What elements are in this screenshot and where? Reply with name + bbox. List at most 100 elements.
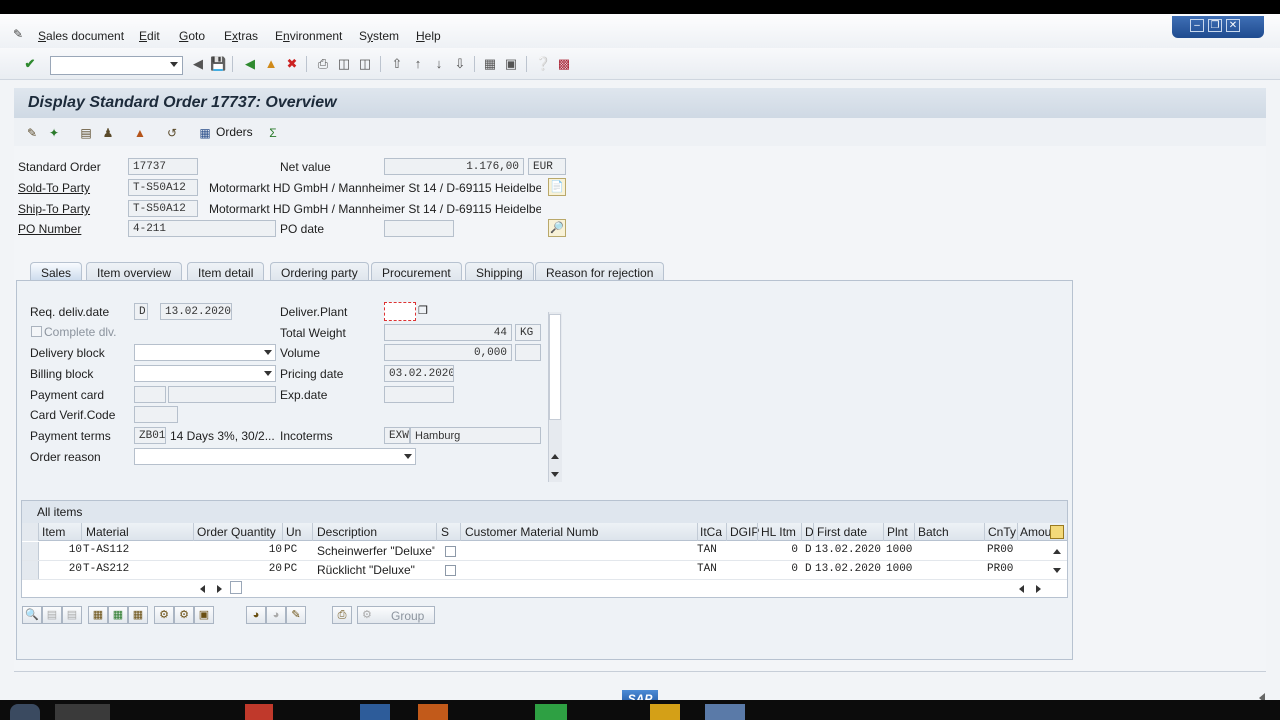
shortcut-icon[interactable]: ▣ <box>503 56 519 72</box>
scrollbar-thumb[interactable] <box>549 314 561 420</box>
chevron-down-icon[interactable] <box>170 62 178 67</box>
menu-goto[interactable]: Goto <box>179 29 205 43</box>
menu-sales-document[interactable]: Sales document <box>38 29 124 43</box>
po-date-field[interactable] <box>384 220 454 237</box>
table-row[interactable]: 10 T-AS112 10 PC Scheinwerfer "Deluxe" T… <box>22 542 1067 561</box>
sold-to-party-label[interactable]: Sold-To Party <box>18 181 90 195</box>
volume-unit-field[interactable] <box>515 344 541 361</box>
display-change-icon[interactable]: ✎ <box>24 125 40 141</box>
tab-reason-for-rejection[interactable]: Reason for rejection <box>535 262 665 282</box>
print-icon[interactable]: ⎙ <box>315 56 331 72</box>
structure-icon[interactable]: ⚙ <box>174 606 194 624</box>
complete-dlv-checkbox[interactable] <box>31 326 42 337</box>
item-detail-icon[interactable]: 🔍 <box>22 606 42 624</box>
taskbar-app[interactable] <box>705 704 745 720</box>
col-customer-material[interactable]: Customer Material Numb <box>465 525 695 539</box>
cell-plnt[interactable]: 1000 <box>886 563 912 575</box>
menu-help[interactable]: Help <box>416 29 441 43</box>
order-reason-dropdown[interactable] <box>134 448 416 465</box>
copy-icon[interactable]: ❐ <box>418 304 428 317</box>
tab-item-overview[interactable]: Item overview <box>86 262 183 282</box>
cell-cnty[interactable]: PR00 <box>987 563 1013 575</box>
menu-edit[interactable]: Edit <box>139 29 160 43</box>
table-row[interactable]: 20 T-AS212 20 PC Rücklicht "Deluxe" TAN … <box>22 561 1067 580</box>
sum-icon[interactable]: Σ <box>265 125 281 141</box>
taskbar-app[interactable] <box>245 704 273 720</box>
cell-item[interactable]: 20 <box>68 563 82 575</box>
status-bar-expand-icon[interactable] <box>1259 693 1265 700</box>
cell-first-date[interactable]: 13.02.2020 <box>815 544 881 556</box>
tab-procurement[interactable]: Procurement <box>371 262 462 282</box>
menu-extras[interactable]: Extras <box>224 29 258 43</box>
cell-qty[interactable]: 20 <box>197 563 282 575</box>
cell-d[interactable]: D <box>805 563 812 575</box>
exit-icon[interactable]: ▲ <box>263 56 279 72</box>
col-batch[interactable]: Batch <box>918 525 949 539</box>
req-deliv-date-field[interactable]: 13.02.2020 <box>160 303 232 320</box>
document-icon[interactable]: 📄 <box>548 178 566 196</box>
cell-un[interactable]: PC <box>284 544 297 556</box>
close-icon[interactable]: ✕ <box>1226 19 1240 32</box>
row-selector[interactable] <box>22 542 39 560</box>
ship-to-party-label[interactable]: Ship-To Party <box>18 202 90 216</box>
col-item[interactable]: Item <box>42 525 65 539</box>
select-all-icon[interactable]: ▦ <box>88 606 108 624</box>
deliver-plant-field[interactable] <box>384 302 416 321</box>
cell-first-date[interactable]: 13.02.2020 <box>815 563 881 575</box>
find-next-icon[interactable]: ◫ <box>357 56 373 72</box>
configuration-icon[interactable]: ⚙ <box>154 606 174 624</box>
cell-material[interactable]: T-AS212 <box>83 563 129 575</box>
cell-material[interactable]: T-AS112 <box>83 544 129 556</box>
hscroll2-left-icon[interactable] <box>1019 585 1024 593</box>
standard-order-field[interactable]: 17737 <box>128 158 198 175</box>
sales-scrollbar[interactable] <box>548 312 562 482</box>
first-page-icon[interactable]: ⇧ <box>389 56 405 72</box>
currency-field[interactable]: EUR <box>528 158 566 175</box>
header-doc-icon[interactable]: ▤ <box>78 125 94 141</box>
cancel-icon[interactable]: ✖ <box>284 56 300 72</box>
net-value-field[interactable]: 1.176,00 <box>384 158 524 175</box>
col-itca[interactable]: ItCa <box>700 525 722 539</box>
incoterms-code-field[interactable]: EXW <box>384 427 410 444</box>
help-icon[interactable]: ❔ <box>535 56 551 72</box>
cell-item[interactable]: 10 <box>68 544 82 556</box>
tab-shipping[interactable]: Shipping <box>465 262 534 282</box>
payment-card-number-field[interactable] <box>168 386 276 403</box>
deselect-all-icon[interactable]: ▦ <box>128 606 148 624</box>
display-po-icon[interactable]: 🔎 <box>548 219 566 237</box>
select-block-icon[interactable]: ▦ <box>108 606 128 624</box>
cell-cnty[interactable]: PR00 <box>987 544 1013 556</box>
previous-page-icon[interactable]: ↑ <box>410 56 426 72</box>
weight-unit-field[interactable]: KG <box>515 324 541 341</box>
col-cnty[interactable]: CnTy <box>988 525 1016 539</box>
cell-s-checkbox[interactable] <box>445 546 456 557</box>
restore-icon[interactable]: ❐ <box>1208 19 1222 32</box>
cell-qty[interactable]: 10 <box>197 544 282 556</box>
menu-icon[interactable]: ✎ <box>13 27 23 41</box>
taskbar-app[interactable] <box>418 704 448 720</box>
tab-item-detail[interactable]: Item detail <box>187 262 265 282</box>
delete-row-icon[interactable]: ▤ <box>62 606 82 624</box>
cell-itca[interactable]: TAN <box>697 544 717 556</box>
billing-block-dropdown[interactable] <box>134 365 276 382</box>
find-icon[interactable]: ◫ <box>336 56 352 72</box>
grid-scroll-up-icon[interactable] <box>1053 549 1061 554</box>
taskbar-app[interactable] <box>360 704 390 720</box>
payment-card-type-field[interactable] <box>134 386 166 403</box>
cell-hl-itm[interactable]: 0 <box>774 544 798 556</box>
card-verif-code-field[interactable] <box>134 406 178 423</box>
menu-environment[interactable]: Environment <box>275 29 342 43</box>
taskbar-app[interactable] <box>535 704 567 720</box>
enter-check-icon[interactable]: ✔ <box>22 56 38 72</box>
total-weight-field[interactable]: 44 <box>384 324 512 341</box>
po-number-label[interactable]: PO Number <box>18 222 81 236</box>
hscroll-right-icon[interactable] <box>217 585 222 593</box>
orders-icon[interactable]: ▦ <box>197 125 213 141</box>
pricing-date-field[interactable]: 03.02.2020 <box>384 365 454 382</box>
cell-plnt[interactable]: 1000 <box>886 544 912 556</box>
cell-un[interactable]: PC <box>284 563 297 575</box>
taskbar-app[interactable] <box>650 704 680 720</box>
items-icon[interactable]: ▲ <box>132 125 148 141</box>
tab-sales[interactable]: Sales <box>30 262 83 282</box>
scroll-up-icon[interactable] <box>551 454 559 459</box>
